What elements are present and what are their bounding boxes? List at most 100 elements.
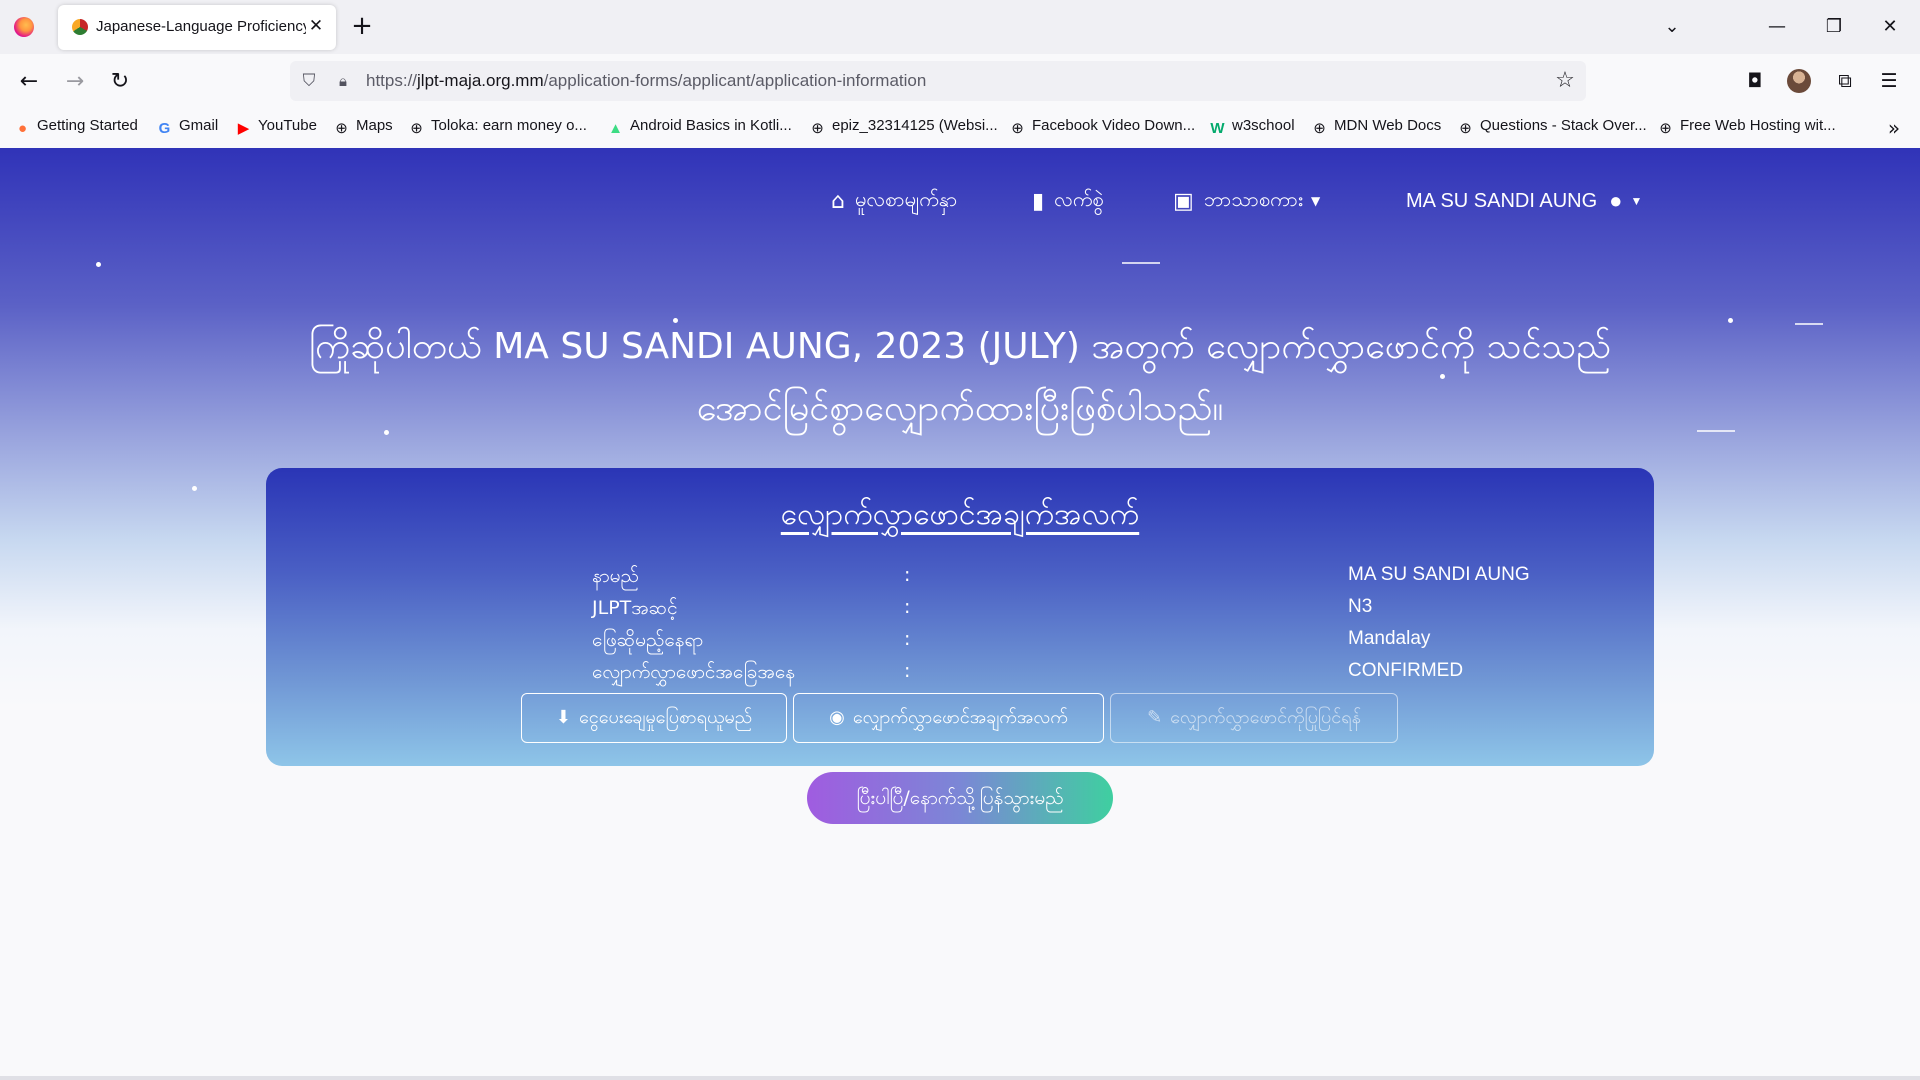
bookmarks-toolbar: ● Getting Started G Gmail ▶ YouTube ⊕ Maps ⊕… [0, 108, 1920, 148]
globe-icon: ⊕ [1011, 120, 1024, 137]
bookmark-gmail[interactable]: G Gmail [156, 117, 219, 139]
android-icon: ▲ [608, 120, 623, 137]
view-application-button[interactable]: ◉ လျှောက်လွှာဖောင်အချက်အလက် [793, 693, 1104, 743]
info-row-name: နာမည် : MA SU SANDI AUNG [592, 564, 1530, 594]
info-colon: : [904, 660, 911, 682]
site-favicon-icon [72, 19, 88, 35]
nav-manual-link[interactable]: ▮ လက်စွဲ [1032, 186, 1104, 216]
tab-close-icon[interactable]: ✕ [306, 16, 326, 36]
edit-application-label: လျှောက်လွှာဖောင်ကိုပြုပြင်ရန် [1170, 707, 1361, 728]
bookmark-label: Getting Started [37, 117, 138, 134]
bookmark-toloka[interactable]: ⊕ Toloka: earn money o... [408, 117, 587, 139]
bookmark-w3school[interactable]: Ww3school [1209, 117, 1295, 139]
reload-icon[interactable]: ↻ [105, 67, 135, 97]
extensions-puzzle-icon[interactable]: ⧉ [1830, 66, 1860, 96]
nav-home-link[interactable]: ⌂ မူလစာမျက်နှာ [831, 186, 957, 216]
info-label: JLPTအဆင့် [592, 597, 678, 619]
window-close-button[interactable]: ✕ [1875, 12, 1905, 42]
bookmark-mdn[interactable]: ⊕ MDN Web Docs [1311, 117, 1441, 139]
new-tab-button[interactable]: + [350, 13, 374, 39]
url-host: jlpt-maja.org.mm [417, 71, 544, 90]
bookmark-label: w3school [1232, 117, 1295, 134]
bookmark-epiz[interactable]: ⊕ epiz_32314125 (Websi... [809, 117, 997, 139]
info-label: လျှောက်လွှာဖောင်အခြေအနေ [592, 661, 796, 683]
bookmark-youtube[interactable]: ▶ YouTube [235, 117, 317, 139]
browser-tab-bar: Japanese-Language Proficiency ✕ + ⌄ — ❐ … [0, 0, 1920, 54]
star-decoration [96, 262, 101, 267]
list-all-tabs-chevron-icon[interactable]: ⌄ [1660, 16, 1684, 40]
url-path: /application-forms/applicant/application… [543, 71, 927, 90]
lock-icon[interactable]: 🔒︎ [332, 70, 354, 92]
info-colon: : [904, 564, 911, 586]
window-restore-button[interactable]: ❐ [1819, 12, 1849, 42]
forward-arrow-icon[interactable]: → [60, 67, 90, 97]
star-decoration [192, 486, 197, 491]
nav-user-dropdown[interactable]: MA SU SANDI AUNG ● ▼ [1406, 186, 1642, 216]
caret-down-icon: ▼ [1630, 194, 1643, 208]
globe-icon: ⊕ [811, 120, 824, 137]
star-decoration [1728, 318, 1733, 323]
nav-user-name: MA SU SANDI AUNG [1406, 189, 1598, 212]
bookmark-label: Maps [356, 117, 393, 134]
view-application-label: လျှောက်လွှာဖောင်အချက်အလက် [852, 707, 1068, 728]
url-text[interactable]: https://jlpt-maja.org.mm/application-for… [366, 71, 1466, 93]
welcome-message-line1: ကြိုဆိုပါတယ် MA SU SANDI AUNG, 2023 (JUL… [308, 326, 1612, 367]
bookmark-facebook-video[interactable]: ⊕ Facebook Video Down... [1009, 117, 1195, 139]
bookmark-star-icon[interactable]: ☆ [1552, 68, 1578, 94]
bookmark-maps[interactable]: ⊕ Maps [333, 117, 393, 139]
bookmark-getting-started[interactable]: ● Getting Started [14, 117, 138, 139]
eye-icon: ◉ [829, 707, 845, 728]
download-receipt-label: ငွေပေးချေမှုပြေစာရယူမည် [578, 707, 753, 728]
info-row-level: JLPTအဆင့် : N3 [592, 596, 1392, 626]
w3school-icon: W [1210, 120, 1225, 137]
info-colon: : [904, 628, 911, 650]
app-menu-hamburger-icon[interactable]: ☰ [1874, 66, 1904, 96]
download-icon: ⬇ [555, 707, 571, 728]
welcome-message-line2: အောင်မြင်စွာလျှောက်ထားပြီးဖြစ်ပါသည်။ [696, 388, 1224, 429]
bookmark-label: Free Web Hosting wit... [1680, 117, 1836, 134]
globe-icon: ⊕ [1459, 120, 1472, 137]
download-receipt-button[interactable]: ⬇ ငွေပေးချေမှုပြေစာရယူမည် [521, 693, 787, 743]
nav-home-label: မူလစာမျက်နှာ [854, 187, 958, 211]
window-minimize-button[interactable]: — [1762, 12, 1792, 42]
globe-icon: ⊕ [1659, 120, 1672, 137]
bookmarks-overflow-chevron-icon[interactable]: » [1882, 116, 1906, 140]
account-avatar-icon[interactable] [1787, 69, 1811, 93]
language-icon: ▣ [1173, 188, 1194, 214]
bookmark-label: MDN Web Docs [1334, 117, 1442, 134]
bookmark-stack-overflow[interactable]: ⊕ Questions - Stack Over... [1457, 117, 1647, 139]
bookmark-free-web-hosting[interactable]: ⊕ Free Web Hosting wit... [1657, 117, 1836, 139]
finish-go-back-button[interactable]: ပြီးပါပြီ/နောက်သို့ပြန်သွားမည် [807, 772, 1113, 824]
info-value: MA SU SANDI AUNG [1348, 564, 1530, 585]
welcome-message: ကြိုဆိုပါတယ် MA SU SANDI AUNG, 2023 (JUL… [280, 316, 1640, 440]
info-row-status: လျှောက်လွှာဖောင်အခြေအနေ : CONFIRMED [592, 660, 1463, 690]
card-title: လျှောက်လွှာဖောင်အချက်အလက် [780, 497, 1140, 532]
nav-language-dropdown[interactable]: ▣ ဘာသာစကား ▼ [1173, 186, 1320, 216]
firefox-menu-icon[interactable] [14, 17, 34, 37]
tab-title: Japanese-Language Proficiency [96, 18, 306, 35]
info-label: နာမည် [592, 565, 639, 587]
info-row-location: ဖြေဆိုမည့်နေရာ : Mandalay [592, 628, 1430, 658]
bookmark-label: Toloka: earn money o... [431, 117, 587, 134]
bookmark-android-basics[interactable]: ▲ Android Basics in Kotli... [607, 117, 792, 139]
tracking-protection-shield-icon[interactable]: ⛉ [298, 70, 320, 92]
info-value: Mandalay [1348, 628, 1431, 649]
pencil-icon: ✎ [1147, 707, 1163, 728]
info-value: CONFIRMED [1348, 660, 1464, 681]
firefox-icon: ● [17, 120, 28, 137]
pocket-icon[interactable]: ◘ [1740, 66, 1770, 96]
youtube-icon: ▶ [237, 120, 250, 137]
dash-decoration [1122, 262, 1160, 264]
page-bottom-border [0, 1076, 1920, 1080]
edit-application-button[interactable]: ✎ လျှောက်လွှာဖောင်ကိုပြုပြင်ရန် [1110, 693, 1398, 743]
book-icon: ▮ [1032, 188, 1045, 214]
globe-icon: ⊕ [335, 120, 348, 137]
address-bar[interactable]: ⛉ 🔒︎ https://jlpt-maja.org.mm/applicatio… [290, 61, 1586, 101]
back-arrow-icon[interactable]: ← [14, 67, 44, 97]
url-prefix: https:// [366, 71, 418, 90]
browser-tab-active[interactable]: Japanese-Language Proficiency ✕ [58, 5, 336, 50]
google-icon: G [158, 120, 171, 137]
home-icon: ⌂ [831, 188, 845, 214]
nav-language-label: ဘာသာစကား [1203, 187, 1303, 211]
globe-icon: ⊕ [1313, 120, 1326, 137]
